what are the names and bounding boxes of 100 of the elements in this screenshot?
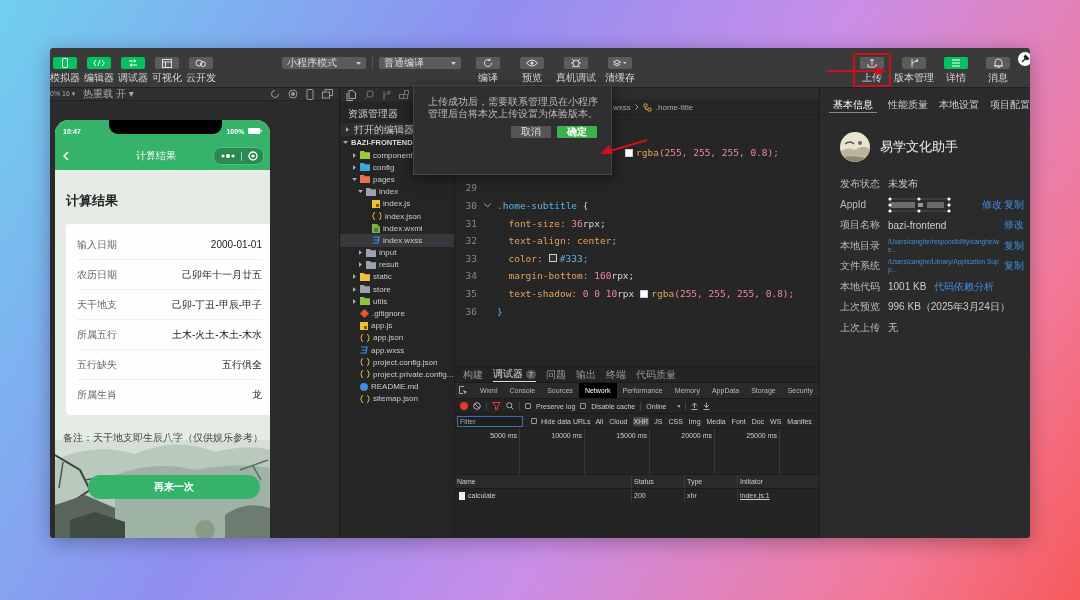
toolbar-label: 调试器: [118, 72, 148, 83]
toolbar-button[interactable]: [476, 57, 500, 69]
checkbox[interactable]: [525, 403, 531, 409]
search-icon[interactable]: [506, 402, 514, 410]
tree-item[interactable]: index: [340, 185, 454, 198]
hot-reload-dropdown[interactable]: 热重载 开 ▾: [83, 88, 134, 101]
record-icon[interactable]: [460, 402, 468, 410]
line-number: 31: [465, 217, 477, 229]
details-tab[interactable]: 项目配置: [990, 98, 1030, 112]
inspect-icon[interactable]: [459, 386, 468, 395]
download-icon[interactable]: [703, 402, 711, 410]
tree-item[interactable]: project.config.json: [340, 356, 454, 369]
toolbar-button[interactable]: [860, 57, 884, 69]
files-icon[interactable]: [346, 89, 356, 101]
toolbar-button[interactable]: [520, 57, 544, 69]
tree-item[interactable]: pages: [340, 173, 454, 186]
toolbar-label: 版本管理: [894, 72, 934, 83]
tree-item[interactable]: result: [340, 258, 454, 271]
tree-item[interactable]: component: [340, 149, 454, 162]
upload-icon[interactable]: [691, 402, 699, 410]
view-toggle-button[interactable]: [53, 57, 77, 69]
toolbar-button[interactable]: [608, 57, 632, 69]
view-toggle-button[interactable]: [87, 57, 111, 69]
details-tab[interactable]: 性能质量: [888, 98, 928, 112]
action-link[interactable]: 修改: [982, 197, 1002, 212]
info-value: 未发布: [888, 177, 918, 192]
action-link[interactable]: 复制: [1004, 238, 1024, 253]
tree-item[interactable]: app.js: [340, 319, 454, 332]
chevron-icon: [634, 104, 639, 110]
toolbar-button[interactable]: [564, 57, 588, 69]
info-label: 项目名称: [840, 218, 881, 233]
action-link[interactable]: 修改: [1004, 218, 1024, 233]
checkbox[interactable]: [531, 418, 537, 424]
eye-icon: [526, 59, 538, 67]
tree-item[interactable]: app.json: [340, 331, 454, 344]
panel-tab[interactable]: 输出: [575, 367, 596, 382]
result-value: 龙: [252, 387, 262, 402]
result-label: 五行缺失: [77, 357, 117, 372]
record-icon[interactable]: [288, 89, 298, 99]
code-line: margin-bottom: 160rpx;: [507, 270, 635, 282]
diamond-icon: [360, 309, 369, 319]
rotate-icon[interactable]: [270, 89, 280, 99]
tree-item[interactable]: store: [340, 283, 454, 296]
refresh-icon: [483, 58, 493, 68]
tree-item[interactable]: index.json: [340, 209, 454, 223]
info-label: 发布状态: [840, 177, 881, 192]
more-icon[interactable]: [221, 154, 235, 158]
action-link[interactable]: 复制: [1004, 197, 1024, 212]
tree-item[interactable]: input: [340, 246, 454, 259]
result-label: 所属生肖: [77, 387, 117, 402]
toolbar-label: 消息: [988, 72, 1008, 83]
filter-icon[interactable]: [492, 402, 501, 410]
caret-icon: [451, 61, 456, 65]
capsule-menu[interactable]: [213, 147, 264, 165]
toolbar-button[interactable]: [902, 57, 926, 69]
tree-item[interactable]: config: [340, 161, 454, 174]
panel-tab[interactable]: 问题: [545, 367, 566, 382]
fold-icon[interactable]: [483, 203, 491, 209]
code-line: text-shadow: 0 0 10rpx rgba(255, 255, 255, 0.8);: [507, 288, 795, 300]
breadcrumb-item[interactable]: wxss: [613, 102, 631, 112]
dialog-button[interactable]: 取消: [511, 126, 551, 138]
panel-tab[interactable]: 构建: [463, 367, 483, 382]
tree-item[interactable]: .gitignore: [340, 307, 454, 320]
view-toggle-button[interactable]: [189, 57, 213, 69]
back-icon[interactable]: [63, 151, 69, 161]
tree-item[interactable]: sitemap.json: [340, 392, 454, 405]
branch-icon[interactable]: [382, 89, 391, 101]
mode-dropdown[interactable]: 小程序模式: [282, 57, 366, 69]
tree-item[interactable]: index.wxss: [340, 234, 454, 247]
caret-icon: [345, 127, 350, 132]
tree-item[interactable]: index.wxml: [340, 222, 454, 235]
tree-item[interactable]: README.md: [340, 380, 454, 393]
checkbox[interactable]: [580, 403, 587, 409]
line-number: 30: [465, 200, 477, 212]
action-link[interactable]: 复制: [1004, 259, 1024, 274]
analysis-link[interactable]: 代码依赖分析: [934, 279, 995, 294]
extensions-icon[interactable]: [399, 90, 409, 100]
info-value: bazi-frontend: [888, 219, 947, 231]
tree-item[interactable]: utils: [340, 295, 454, 308]
details-tab[interactable]: 基本信息: [829, 98, 877, 113]
phone-icon[interactable]: [306, 88, 314, 100]
panel-title: 资源管理器: [347, 107, 398, 121]
tree-item[interactable]: project.private.config...: [340, 368, 454, 381]
windows-icon[interactable]: [322, 89, 333, 99]
view-toggle-button[interactable]: [121, 57, 145, 69]
toolbar-button[interactable]: [986, 57, 1010, 69]
breadcrumb-item[interactable]: .home-title: [655, 102, 694, 112]
close-target-icon[interactable]: [248, 151, 258, 161]
tree-item[interactable]: index.js: [340, 197, 454, 210]
view-toggle-button[interactable]: [155, 57, 179, 69]
panel-tab[interactable]: 代码质量: [635, 367, 676, 382]
tree-item[interactable]: app.wxss: [340, 344, 454, 357]
panel-tab[interactable]: 终端: [605, 367, 626, 382]
code-line: text-align: center;: [507, 235, 618, 247]
details-tab[interactable]: 本地设置: [939, 98, 979, 112]
pin-icon[interactable]: [1018, 52, 1030, 66]
clear-icon[interactable]: [473, 402, 481, 410]
compile-dropdown[interactable]: 普通编译: [379, 57, 461, 69]
line-number: 36: [465, 305, 477, 317]
tree-item[interactable]: static: [340, 270, 454, 284]
